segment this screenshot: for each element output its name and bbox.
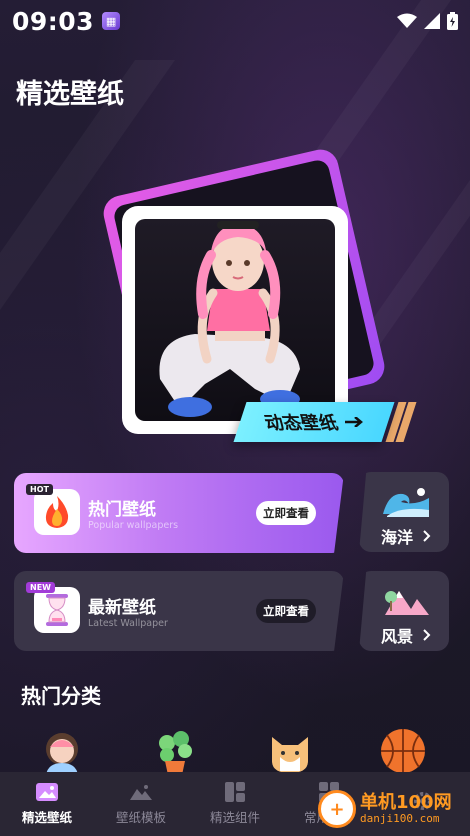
mountain-icon: [385, 591, 429, 615]
latest-title: 最新壁纸: [88, 598, 156, 618]
hero-tag[interactable]: 动态壁纸: [233, 402, 395, 442]
girl-illustration: [159, 221, 300, 417]
scenery-label-text: 风景: [381, 627, 414, 646]
hot-wallpapers-card[interactable]: HOT 热门壁纸 Popular wallpapers 立即查看: [14, 473, 344, 553]
category-girl-icon[interactable]: [38, 727, 86, 775]
latest-view-button[interactable]: 立即查看: [256, 599, 316, 623]
scenery-label: 风景: [381, 623, 431, 647]
battery-icon: [447, 12, 458, 30]
hot-categories-title: 热门分类: [21, 684, 101, 708]
nav-label: 精选壁纸: [21, 809, 72, 825]
ocean-label: 海洋: [381, 524, 431, 548]
chevron-right-icon: [423, 530, 431, 542]
nav-label: 精选组件: [209, 809, 260, 825]
watermark-logo-icon: +: [318, 790, 356, 828]
category-plant-icon[interactable]: [151, 727, 199, 775]
mountain-photo-icon: [130, 783, 152, 801]
status-icons: [397, 12, 458, 30]
image-icon: [36, 782, 58, 801]
hourglass-icon: [34, 587, 80, 633]
watermark: + 单机100网 danji100.com: [318, 790, 452, 828]
hero-tag-label: 动态壁纸: [262, 413, 341, 434]
hero-image: [135, 219, 335, 421]
nav-featured-widgets[interactable]: 精选组件: [188, 772, 282, 836]
signal-icon: [424, 13, 440, 29]
latest-subtitle: Latest Wallpaper: [88, 618, 168, 629]
status-bar: 09:03 ▦: [0, 0, 470, 42]
watermark-name: 单机100网: [360, 792, 452, 814]
latest-wallpapers-card[interactable]: NEW 最新壁纸 Latest Wallpaper 立即查看: [14, 571, 344, 651]
nav-featured-wallpapers[interactable]: 精选壁纸: [0, 772, 94, 836]
watermark-url: danji100.com: [360, 811, 440, 825]
scenery-category-card[interactable]: 风景: [359, 571, 449, 651]
status-time: 09:03: [12, 6, 95, 36]
wifi-icon: [397, 13, 417, 28]
page-title: 精选壁纸: [16, 79, 124, 110]
chevron-right-icon: [423, 629, 431, 641]
hot-subtitle: Popular wallpapers: [88, 520, 179, 531]
fire-icon: [34, 489, 80, 535]
ocean-label-text: 海洋: [381, 528, 414, 547]
category-basketball-icon[interactable]: [379, 727, 427, 775]
hot-badge: HOT: [26, 484, 53, 495]
app-notification-icon: ▦: [102, 12, 121, 30]
hero-banner[interactable]: 动态壁纸: [100, 140, 417, 450]
ocean-category-card[interactable]: 海洋: [359, 472, 449, 552]
nav-wallpaper-templates[interactable]: 壁纸模板: [94, 772, 188, 836]
hot-view-button[interactable]: 立即查看: [256, 501, 316, 525]
grid-icon: [224, 781, 246, 802]
nav-label: 壁纸模板: [115, 809, 166, 825]
wave-icon: [383, 488, 429, 517]
arrow-right-icon: [345, 417, 363, 427]
new-badge: NEW: [26, 582, 55, 593]
hot-title: 热门壁纸: [88, 500, 156, 520]
category-cat-icon[interactable]: [266, 727, 314, 775]
hero-frame: [122, 206, 348, 434]
